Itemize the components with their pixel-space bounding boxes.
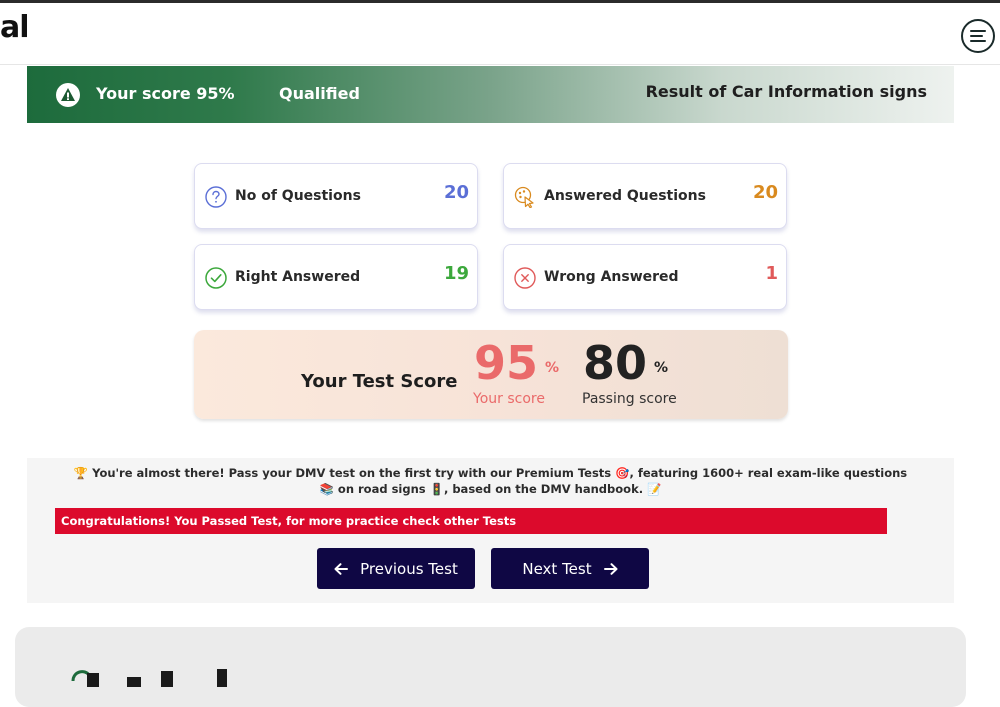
stat-label: Wrong Answered: [544, 269, 679, 285]
previous-test-button[interactable]: Previous Test: [317, 548, 475, 589]
stat-label: Answered Questions: [544, 188, 706, 204]
your-score-percent: %: [545, 360, 560, 376]
stat-label: Right Answered: [235, 269, 361, 285]
result-banner: Your score 95% Qualified Result of Car I…: [27, 66, 954, 123]
score-panel-title: Your Test Score: [301, 371, 458, 392]
header-divider: [0, 64, 1000, 65]
next-test-button[interactable]: Next Test: [491, 548, 649, 589]
question-circle-icon: [205, 186, 227, 208]
stat-card-wrong: Wrong Answered 1: [503, 244, 787, 310]
passing-score-percent: %: [654, 360, 669, 376]
stat-value: 1: [765, 263, 778, 284]
arrow-right-icon: [603, 562, 618, 575]
next-test-label: Next Test: [522, 559, 592, 578]
stat-card-right: Right Answered 19: [194, 244, 478, 310]
stat-value: 20: [752, 182, 778, 203]
premium-promo-text[interactable]: 🏆 You're almost there! Pass your DMV tes…: [67, 465, 914, 497]
congrats-alert: Congratulations! You Passed Test, for mo…: [55, 508, 887, 534]
passing-score-value: 80: [583, 336, 648, 390]
check-circle-icon: [205, 267, 227, 289]
passing-score-label: Passing score: [582, 391, 677, 407]
menu-lines-icon: [970, 30, 986, 42]
stat-value: 19: [443, 263, 469, 284]
previous-test-label: Previous Test: [360, 559, 458, 578]
your-score-label: Your score: [473, 391, 545, 407]
alert-triangle-icon: [56, 83, 80, 107]
stat-card-questions: No of Questions 20: [194, 163, 478, 229]
your-score-value: 95: [474, 336, 539, 390]
promo-section: 🏆 You're almost there! Pass your DMV tes…: [27, 458, 954, 603]
banner-status: Qualified: [279, 84, 360, 103]
banner-score-text: Your score 95%: [96, 84, 235, 103]
banner-result-title: Result of Car Information signs: [645, 82, 927, 101]
x-circle-icon: [514, 267, 536, 289]
menu-button[interactable]: [961, 19, 995, 53]
stat-value: 20: [443, 182, 469, 203]
footer-logo-icon: [71, 669, 227, 687]
test-score-panel: Your Test Score 95 % Your score 80 % Pas…: [194, 330, 788, 419]
stat-label: No of Questions: [235, 188, 361, 204]
top-border: [0, 0, 1000, 3]
arrow-left-icon: [334, 562, 349, 575]
stat-card-answered: Answered Questions 20: [503, 163, 787, 229]
answered-pointer-icon: [514, 186, 534, 208]
site-logo[interactable]: al: [0, 10, 30, 45]
footer-card: [15, 627, 966, 707]
